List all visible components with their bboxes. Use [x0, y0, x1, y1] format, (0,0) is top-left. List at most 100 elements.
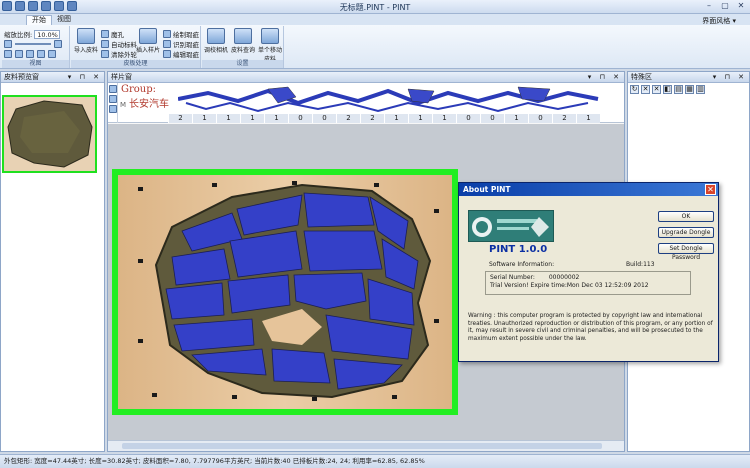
import-leather-label: 导入皮料 — [73, 47, 98, 54]
piece-count-cell: 0 — [456, 114, 480, 123]
group-caption-view: 视图 — [2, 60, 69, 68]
import-leather-button[interactable]: 导入皮料 — [73, 28, 99, 54]
leather-preview-header: 皮料预览窗 ▾ ⊓ ✕ — [1, 72, 104, 83]
piece-count-cell: 0 — [528, 114, 552, 123]
piece-count-cell: 1 — [408, 114, 432, 123]
recognize-defect-label: 识别瑕疵 — [173, 41, 199, 49]
clear-outline-label: 清除外轮 — [111, 51, 137, 59]
trial-text: Trial Version! Expire time:Mon Dec 03 12… — [490, 282, 649, 289]
about-dialog-title: About PINT — [459, 183, 718, 196]
camera-icon — [207, 28, 225, 44]
company-logo — [468, 210, 554, 242]
move-icon — [261, 28, 279, 44]
insert-piece-button[interactable]: 插入样片 — [135, 28, 161, 54]
copyright-warning: Warning : this computer program is prote… — [468, 313, 713, 342]
piece-count-cell: 1 — [216, 114, 240, 123]
zoom-window-icon[interactable] — [15, 50, 23, 58]
group-name: 长安汽车 — [129, 99, 169, 110]
scrollbar-thumb[interactable] — [122, 443, 602, 449]
ribbon-group-leather: 导入皮料 魔孔 自动标料 清除外轮 插入样片 绘制瑕疵 识别瑕疵 编辑瑕疵 皮板… — [71, 26, 201, 68]
zoom-in-icon[interactable] — [54, 40, 62, 48]
table-icon[interactable]: ▥ — [696, 85, 705, 94]
piece-count-cell: 1 — [504, 114, 528, 123]
special-area-toolbar: ↻ ✕ ✕ ◧ ▤ ▦ ▥ — [630, 85, 705, 94]
leather-sheet[interactable] — [112, 169, 458, 415]
insert-piece-label: 插入样片 — [135, 47, 160, 54]
upgrade-dongle-button[interactable]: Upgrade Dongle — [658, 227, 714, 238]
view-tools-row — [4, 50, 56, 58]
edit-defect-icon — [163, 50, 171, 58]
ribbon-tab-bar: 开始 视图 界面风格 ▾ — [0, 14, 750, 25]
title-bar: 无标题.PINT - PINT – ▢ ✕ — [0, 0, 750, 14]
grid-icon[interactable]: ▦ — [685, 85, 694, 94]
single-move-button[interactable]: 单个移动皮料 — [257, 28, 283, 63]
fit-view-icon[interactable] — [4, 50, 12, 58]
strip-tools — [108, 83, 118, 123]
panel-buttons[interactable]: ▾ ⊓ ✕ — [713, 72, 747, 82]
piece-count-cell: 1 — [240, 114, 264, 123]
zoom-input[interactable]: 10.0% — [34, 29, 61, 39]
inventory-icon — [234, 28, 252, 44]
piece-count-cell: 2 — [360, 114, 384, 123]
zoom-label: 缩放比例: — [4, 31, 33, 39]
delete-icon[interactable]: ✕ — [641, 85, 650, 94]
clear-outline-button[interactable]: 清除外轮 — [101, 49, 137, 59]
maximize-button[interactable]: ▢ — [718, 1, 732, 12]
ribbon-group-settings: 调校相机 皮料查询 单个移动皮料 设置 — [202, 26, 284, 68]
piece-count-cell: 1 — [576, 114, 600, 123]
window-controls: – ▢ ✕ — [702, 1, 748, 12]
zoom-plus-icon[interactable] — [26, 50, 34, 58]
about-close-button[interactable]: ✕ — [705, 184, 716, 195]
license-info-box: Serial Number: 00000002 Trial Version! E… — [485, 271, 691, 295]
zoom-slider[interactable] — [15, 43, 51, 45]
recognize-defect-button[interactable]: 识别瑕疵 — [163, 39, 199, 49]
leather-inventory-label: 皮料查询 — [230, 47, 255, 54]
piece-count-row: 211110022111001021 — [168, 114, 600, 123]
set-dongle-password-button[interactable]: Set Dongle Password — [658, 243, 714, 261]
edit-defect-button[interactable]: 编辑瑕疵 — [163, 49, 199, 59]
tab-view[interactable]: 视图 — [52, 15, 76, 25]
horizontal-scrollbar[interactable] — [108, 440, 624, 451]
zoom-out-icon[interactable] — [4, 40, 12, 48]
auto-mark-label: 自动标料 — [111, 41, 137, 49]
piece-count-cell: 1 — [264, 114, 288, 123]
strip-tool-icon[interactable] — [108, 105, 117, 113]
ribbon: 缩放比例: 10.0% 视图 导入皮料 魔孔 自动标料 清除外轮 插入样片 绘制… — [0, 25, 750, 69]
strip-tool-icon[interactable] — [108, 85, 117, 93]
piece-count-cell: 2 — [336, 114, 360, 123]
serial-value: 00000002 — [548, 274, 580, 281]
leather-preview-panel: 皮料预览窗 ▾ ⊓ ✕ — [0, 71, 105, 452]
remove-hole-button[interactable]: 魔孔 — [101, 29, 124, 39]
piece-panel-title: 样片窗 — [111, 73, 132, 81]
ok-button[interactable]: OK — [658, 211, 714, 222]
adjust-camera-label: 调校相机 — [203, 47, 228, 54]
piece-shapes[interactable] — [178, 85, 618, 113]
panel-buttons[interactable]: ▾ ⊓ ✕ — [68, 72, 102, 82]
strip-marker: M — [120, 101, 127, 109]
strip-tool-icon[interactable] — [108, 95, 117, 103]
close-window-button[interactable]: ✕ — [734, 1, 748, 12]
region-icon[interactable]: ◧ — [663, 85, 672, 94]
adjust-camera-button[interactable]: 调校相机 — [203, 28, 229, 54]
auto-mark-icon — [101, 40, 109, 48]
build-number: Build:113 — [626, 261, 655, 268]
leather-inventory-button[interactable]: 皮料查询 — [230, 28, 256, 54]
piece-count-cell: 1 — [432, 114, 456, 123]
draw-defect-button[interactable]: 绘制瑕疵 — [163, 29, 199, 39]
delete-all-icon[interactable]: ✕ — [652, 85, 661, 94]
panel-buttons[interactable]: ▾ ⊓ ✕ — [588, 72, 622, 82]
piece-count-cell: 0 — [288, 114, 312, 123]
pan-icon[interactable] — [48, 50, 56, 58]
special-area-title: 特殊区 — [631, 73, 652, 81]
piece-count-cell: 0 — [480, 114, 504, 123]
leather-thumbnail[interactable] — [2, 95, 97, 173]
piece-count-cell: 0 — [312, 114, 336, 123]
piece-count-cell: 2 — [168, 114, 192, 123]
tab-start[interactable]: 开始 — [26, 15, 52, 25]
minimize-button[interactable]: – — [702, 1, 716, 12]
refresh-icon[interactable]: ↻ — [630, 85, 639, 94]
auto-mark-button[interactable]: 自动标料 — [101, 39, 137, 49]
zoom-minus-icon[interactable] — [37, 50, 45, 58]
list-icon[interactable]: ▤ — [674, 85, 683, 94]
special-area-header: 特殊区 ▾ ⊓ ✕ — [628, 72, 749, 83]
